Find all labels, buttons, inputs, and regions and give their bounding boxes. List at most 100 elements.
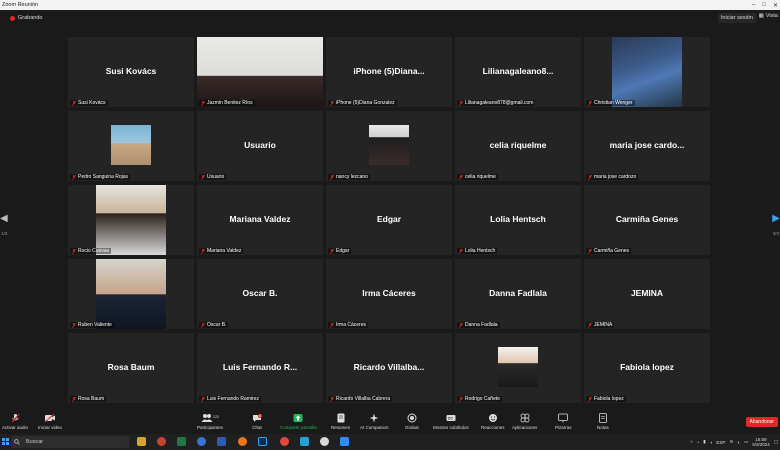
- participant-tile[interactable]: maria jose cardo... maria jose cardozo: [584, 111, 710, 181]
- participant-tile[interactable]: Oscar B. Oscar B.: [197, 259, 323, 329]
- participant-tile[interactable]: Christian Wenger: [584, 37, 710, 107]
- app-icon-red[interactable]: [157, 437, 166, 446]
- muted-mic-icon: [459, 396, 463, 402]
- recording-label: Grabando: [18, 15, 43, 21]
- notifications-icon[interactable]: ▢: [774, 439, 778, 445]
- record-icon: [407, 413, 417, 423]
- participant-tile[interactable]: Edgar Edgar: [326, 185, 452, 255]
- participant-tile[interactable]: Lolia Hentsch Lolia Hentsch: [455, 185, 581, 255]
- previous-page-arrow-icon[interactable]: ◀: [0, 213, 8, 224]
- participant-display-name: Susi Kovács: [105, 66, 157, 76]
- ai-companion-button[interactable]: AI Companion: [360, 413, 389, 430]
- reactions-icon: [488, 413, 498, 423]
- excel-icon[interactable]: [177, 437, 186, 446]
- word-icon[interactable]: [217, 437, 226, 446]
- unmute-button[interactable]: Activar audio: [2, 413, 28, 430]
- participant-tile[interactable]: Jazmin Benitez Ríos: [197, 37, 323, 107]
- volume-icon[interactable]: ◖: [710, 440, 713, 445]
- share-screen-button[interactable]: Compartir pantalla: [280, 413, 317, 430]
- participant-tile[interactable]: Danna Fadlala Danna Fadlala: [455, 259, 581, 329]
- apps-button[interactable]: Aplicaciones: [512, 413, 537, 430]
- leave-button[interactable]: Abandonar: [745, 417, 778, 427]
- participant-tile[interactable]: Mariana Valdez Mariana Valdez: [197, 185, 323, 255]
- record-button[interactable]: Grabar: [405, 413, 419, 430]
- participant-display-name: JEMINA: [630, 288, 664, 298]
- search-placeholder: Buscar: [26, 439, 44, 445]
- notes-button[interactable]: Notas: [597, 413, 609, 430]
- participant-name-label: Luis Fernando Ramirez: [199, 396, 261, 402]
- muted-mic-icon: [330, 174, 334, 180]
- participant-name-label: celia riquelme: [457, 174, 498, 180]
- microphone-icon[interactable]: ▮: [703, 439, 705, 445]
- participant-video: [612, 37, 682, 107]
- muted-mic-icon: [588, 248, 592, 254]
- captions-button[interactable]: CC Mostrar subtítulos: [433, 413, 469, 430]
- participant-label-text: Fabiola lopez: [594, 396, 624, 402]
- participant-label-text: maria jose cardozo: [594, 174, 637, 180]
- close-icon[interactable]: ✕: [773, 2, 778, 9]
- battery-icon[interactable]: ▭: [744, 439, 748, 445]
- participant-label-text: nancy lezcano: [336, 174, 368, 180]
- start-video-button[interactable]: Iniciar video: [38, 413, 62, 430]
- participant-tile[interactable]: iPhone (5)Diana... iPhone (5)Diana Gonzal…: [326, 37, 452, 107]
- taskbar-search-box[interactable]: Buscar: [11, 436, 129, 448]
- record-dot-icon: [10, 15, 15, 21]
- whiteboards-button[interactable]: Pizarras: [555, 413, 572, 430]
- speaker-icon[interactable]: ◗: [737, 440, 740, 445]
- participant-tile[interactable]: Rosa Baum Rosa Baum: [68, 333, 194, 403]
- participant-tile[interactable]: Susi Kovács Susi Kovács: [68, 37, 194, 107]
- windows-start-icon[interactable]: [2, 438, 9, 445]
- participant-tile[interactable]: Usuario Usuario: [197, 111, 323, 181]
- wifi-icon[interactable]: ≋: [729, 439, 733, 445]
- notes-icon: [598, 413, 607, 423]
- participant-label-text: Mariana Valdez: [207, 248, 242, 254]
- participant-tile[interactable]: Irma Cáceres Irma Cáceres: [326, 259, 452, 329]
- muted-mic-icon: [330, 322, 334, 328]
- participant-display-name: Luis Fernando R...: [222, 362, 298, 372]
- share-screen-label: Compartir pantalla: [280, 425, 317, 430]
- signin-button[interactable]: Iniciar sesión: [717, 13, 756, 23]
- summary-button[interactable]: Resumen: [331, 413, 350, 430]
- participant-name-label: nancy lezcano: [328, 174, 370, 180]
- reactions-button[interactable]: Reacciones: [481, 413, 505, 430]
- zoom-taskbar-icon[interactable]: [340, 437, 349, 446]
- language-indicator[interactable]: ESP: [716, 440, 725, 445]
- participant-tile[interactable]: Luis Fernando R... Luis Fernando Ramirez: [197, 333, 323, 403]
- network-icon[interactable]: ◔: [697, 440, 700, 445]
- chat-button[interactable]: 5 Chat: [252, 413, 262, 430]
- minimize-icon[interactable]: –: [752, 2, 755, 8]
- taskbar-clock[interactable]: 16:59 6/3/2024: [752, 437, 770, 447]
- next-page-arrow-icon[interactable]: ▶: [772, 213, 780, 224]
- participants-button[interactable]: 123 Participantes: [197, 413, 223, 430]
- participants-count: 123: [213, 415, 219, 419]
- app-icon-grey[interactable]: [320, 437, 329, 446]
- participant-tile[interactable]: nancy lezcano: [326, 111, 452, 181]
- muted-mic-icon: [201, 248, 205, 254]
- participant-tile[interactable]: Ricardo Villalba... Ricardo Villalba Cabr…: [326, 333, 452, 403]
- participant-tile[interactable]: Ruben Valiente: [68, 259, 194, 329]
- participant-tile[interactable]: Lilianagaleano8... Lilianagaleano878@gmai…: [455, 37, 581, 107]
- app-icon-cyan[interactable]: [300, 437, 309, 446]
- chrome-icon[interactable]: [280, 437, 289, 446]
- muted-mic-icon: [459, 322, 463, 328]
- participant-tile[interactable]: JEMINA JEMINA: [584, 259, 710, 329]
- view-button[interactable]: ▦ Vista: [759, 13, 778, 19]
- firefox-icon[interactable]: [238, 437, 247, 446]
- recording-indicator[interactable]: Grabando: [10, 15, 42, 21]
- participant-video: [96, 259, 166, 329]
- participant-tile[interactable]: Carmiña Genes Carmiña Genes: [584, 185, 710, 255]
- participant-tile[interactable]: Fabiola lopez Fabiola lopez: [584, 333, 710, 403]
- participant-tile[interactable]: celia riquelme celia riquelme: [455, 111, 581, 181]
- participant-tile[interactable]: Rocio Cuevas: [68, 185, 194, 255]
- chevron-up-icon[interactable]: ^: [690, 440, 692, 445]
- app-icon-blue[interactable]: [197, 437, 206, 446]
- notes-label: Notas: [597, 425, 609, 430]
- participant-label-text: Christian Wenger: [594, 100, 633, 106]
- participant-tile[interactable]: Rodrigo Cañete: [455, 333, 581, 403]
- sparkle-icon: [369, 413, 379, 423]
- maximize-icon[interactable]: □: [762, 2, 766, 8]
- participant-name-label: maria jose cardozo: [586, 174, 639, 180]
- participant-tile[interactable]: Pedro Sanguina Rojas: [68, 111, 194, 181]
- file-explorer-icon[interactable]: [137, 437, 146, 446]
- photoshop-icon[interactable]: [258, 437, 267, 446]
